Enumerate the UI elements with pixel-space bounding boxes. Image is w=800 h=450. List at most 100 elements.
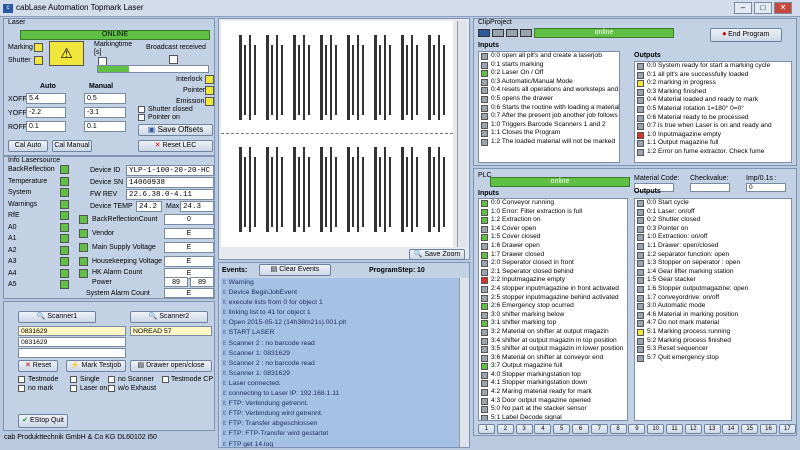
plc-output-toggle-button[interactable]: 7 (590, 424, 608, 434)
plc-output-toggle-button[interactable]: 11 (666, 424, 683, 434)
plc-inputs-list[interactable]: 0:0 Conveyor running 1:0 Error: Filter ex… (478, 198, 628, 421)
marking-indicator (34, 43, 43, 52)
clear-events-button[interactable]: ▤ Clear Events (259, 264, 331, 276)
mark-testjob-button[interactable]: ⚡ Mark Testjob (66, 360, 126, 372)
yoff-manual-field[interactable]: -3.1 (84, 107, 126, 118)
io-row: 0:0 Conveyor running (479, 199, 627, 208)
pointer-on-checkbox[interactable] (138, 114, 145, 121)
scanner1-button[interactable]: 🔍 Scanner1 (18, 311, 96, 323)
label-text-block (374, 147, 377, 232)
reset-lec-button[interactable]: ✕ Reset LEC (138, 140, 213, 152)
label-text-block (416, 45, 418, 115)
no-scanner-checkbox[interactable] (108, 376, 115, 383)
io-row: 0:5 Material rotation 1=180° 0=0° (635, 105, 791, 114)
io-status-indicator (481, 371, 488, 379)
plc-output-toggle-button[interactable]: 1 (478, 424, 495, 434)
cal-manual-button[interactable]: Cal Manual (52, 140, 92, 152)
plc-output-toggle-button[interactable]: 17 (778, 424, 796, 434)
io-status-indicator (481, 113, 488, 121)
shutter-closed-checkbox[interactable] (138, 106, 145, 113)
scanner2-button[interactable]: 🔍 Scanner2 (130, 311, 208, 323)
roff-manual-field[interactable]: 0.1 (84, 121, 126, 132)
plc-output-toggle-button[interactable]: 13 (703, 424, 721, 434)
io-row-label: 3:1 shifter marking top (491, 319, 557, 327)
shutter-indicator (34, 56, 43, 65)
laser-on-checkbox[interactable] (70, 385, 77, 392)
maximize-button[interactable]: □ (754, 2, 772, 14)
clip-outputs-list[interactable]: 0:0 System ready for start a marking cyc… (634, 61, 792, 163)
power-label: Power (92, 279, 112, 286)
plc-output-toggle-button[interactable]: 16 (760, 424, 777, 434)
plc-panel: PLC online Material Code: Checkvalue: Im… (473, 168, 797, 436)
roff-auto-field[interactable]: 0.1 (26, 121, 66, 132)
wo-exhaust-checkbox[interactable] (108, 385, 115, 392)
io-status-indicator (637, 217, 644, 225)
yoff-auto-field[interactable]: -2.2 (26, 107, 66, 118)
io-status-indicator (481, 397, 488, 405)
end-program-button[interactable]: ⏺ End Program (710, 28, 782, 42)
estop-quit-button[interactable]: ✔ EStop Quit (18, 414, 68, 428)
no-mark-checkbox[interactable] (18, 385, 25, 392)
laser-panel: Laser ONLINE Marking Shutter ⚠ Markingti… (3, 18, 215, 156)
preview-scrollbar[interactable] (457, 21, 467, 247)
info-lasersource-panel: Info Lasersource BackReflection Temperatu… (3, 156, 215, 299)
plc-output-toggle-button[interactable]: 3 (515, 424, 533, 434)
save-zoom-button[interactable]: 🔍 Save Zoom (409, 249, 465, 260)
io-row: 0:1 starts marking (479, 61, 619, 70)
plc-output-toggle-button[interactable]: 15 (741, 424, 759, 434)
close-button[interactable]: ✕ (774, 2, 792, 14)
mark-testjob-label: Mark Testjob (81, 362, 122, 369)
xoff-auto-field[interactable]: 5.4 (26, 93, 66, 104)
plc-output-toggle-button[interactable]: 14 (722, 424, 740, 434)
plc-output-toggle-button[interactable]: 6 (572, 424, 589, 434)
label-graphic (374, 35, 394, 125)
program-step-label: ProgramStep: (369, 267, 416, 274)
info-status-indicator (60, 211, 69, 220)
info-status-indicator (60, 222, 69, 232)
io-row: 1:3 Stopper on seperator : open (635, 259, 791, 268)
label-text-block (428, 147, 431, 232)
io-row-label: 4:6 Material in marking position (647, 310, 739, 318)
plc-output-toggle-button[interactable]: 4 (534, 424, 552, 434)
io-row-label: 0:2 Laser On / Off (491, 69, 544, 77)
label-text-block (443, 45, 445, 115)
io-status-indicator (637, 225, 644, 233)
reset-button[interactable]: ✕ Reset (18, 360, 58, 372)
io-row: 1:2 Extraction on (479, 216, 627, 225)
io-row: 2:4 stopper inputmagazine in front activ… (479, 285, 627, 294)
plc-output-toggle-button[interactable]: 9 (628, 424, 646, 434)
label-text-block (271, 45, 273, 115)
plc-output-toggle-button[interactable]: 2 (496, 424, 514, 434)
drawer-button[interactable]: ▤ Drawer open/close (130, 360, 212, 372)
plc-output-toggle-button[interactable]: 12 (684, 424, 702, 434)
events-log[interactable]: I: Warning I: Device BeginJobEvent I: exec… (221, 278, 459, 447)
io-row-label: 2:4 stopper inputmagazine in front activ… (491, 284, 619, 292)
io-row: 0:0 open all plt's and create a laserjob (479, 52, 619, 61)
label-graphic (266, 35, 286, 125)
xoff-manual-field[interactable]: 0.5 (84, 93, 126, 104)
save-offsets-button[interactable]: ▣ Save Offsets (138, 124, 213, 136)
label-graphic (293, 35, 313, 125)
io-row: 1:5 Cover closed (479, 233, 627, 242)
plc-outputs-list[interactable]: 0:0 Start cycle 0:1 Laser: on/off 0:2 Shut… (634, 198, 792, 421)
io-row: 5:2 Marking process finished (635, 337, 791, 346)
minimize-button[interactable]: – (734, 2, 752, 14)
io-status-indicator (481, 225, 488, 233)
reset-x-icon: ✕ (24, 362, 33, 369)
plc-output-toggle-button[interactable]: 5 (553, 424, 571, 434)
clip-inputs-list[interactable]: 0:0 open all plt's and create a laserjob… (478, 51, 620, 163)
plc-output-toggle-button[interactable]: 10 (647, 424, 665, 434)
single-checkbox[interactable] (70, 376, 77, 383)
io-status-indicator (637, 148, 644, 156)
plc-output-toggle-button[interactable]: 8 (609, 424, 627, 434)
scanner-empty-field (18, 348, 126, 358)
label-text-block (244, 45, 246, 115)
testmode-cp-checkbox[interactable] (162, 376, 169, 383)
testmode-checkbox[interactable] (18, 376, 25, 383)
io-status-indicator (637, 268, 644, 276)
label-text-block (389, 45, 391, 115)
cal-auto-button[interactable]: Cal Auto (8, 140, 48, 152)
device-temp-field: 24.2 (136, 201, 162, 212)
events-scrollbar[interactable] (459, 278, 469, 447)
io-status-indicator (481, 363, 488, 371)
